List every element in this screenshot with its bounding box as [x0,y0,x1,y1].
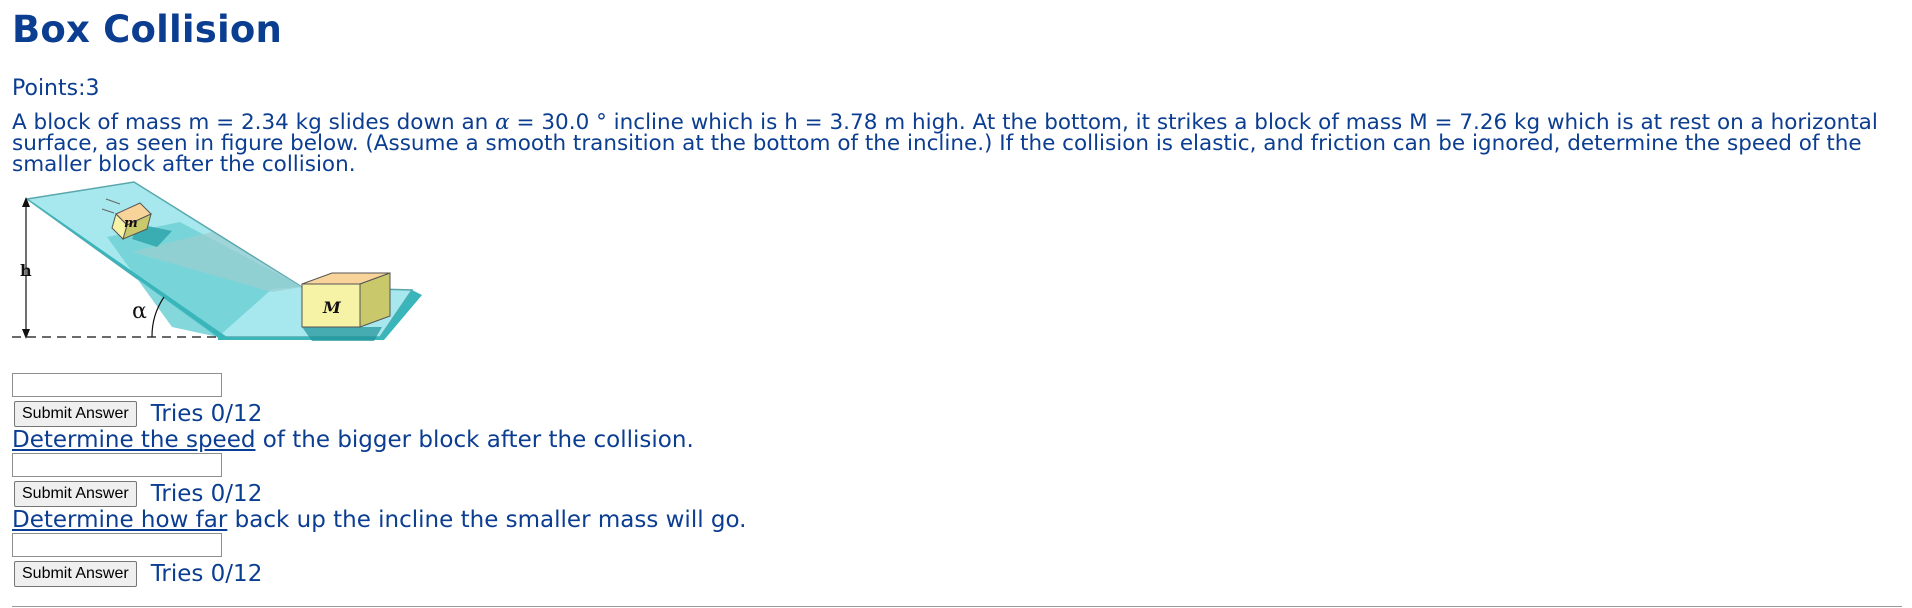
page-title: Box Collision [12,8,283,51]
question-2-text: of the bigger block after the collision. [255,427,694,453]
question-2-link[interactable]: Determine the speed [12,427,255,453]
answer-row-1: Submit Answer Tries 0/12 [12,399,1912,429]
angle-label: α [132,299,147,324]
height-label: h [20,261,32,280]
big-block-shadow [302,327,382,341]
answer-input-3[interactable] [12,533,222,557]
answer-input-2[interactable] [12,453,222,477]
answer-input-1[interactable] [12,373,222,397]
tries-counter-3: Tries 0/12 [150,561,263,587]
answer-row-2: Submit Answer Tries 0/12 [12,479,1912,509]
submit-answer-button-1[interactable]: Submit Answer [14,401,137,427]
tries-counter-2: Tries 0/12 [150,481,263,507]
small-block-label: m [124,216,138,231]
divider [12,606,1902,607]
question-3: Determine how far back up the incline th… [12,507,1912,533]
points-label: Points:3 [12,76,100,101]
question-3-text: back up the incline the smaller mass wil… [227,507,747,533]
big-block-label: M [322,298,342,317]
problem-container: Box Collision Points:3 A block of mass m… [0,0,1912,589]
problem-statement: A block of mass m = 2.34 kg slides down … [12,112,1902,176]
submit-answer-button-2[interactable]: Submit Answer [14,481,137,507]
question-3-link[interactable]: Determine how far [12,507,227,533]
answer-row-3: Submit Answer Tries 0/12 [12,559,1912,589]
big-block: M [301,272,391,328]
incline-figure: m M h α [12,177,532,373]
submit-answer-button-3[interactable]: Submit Answer [14,561,137,587]
question-2: Determine the speed of the bigger block … [12,427,1912,453]
tries-counter-1: Tries 0/12 [150,401,263,427]
